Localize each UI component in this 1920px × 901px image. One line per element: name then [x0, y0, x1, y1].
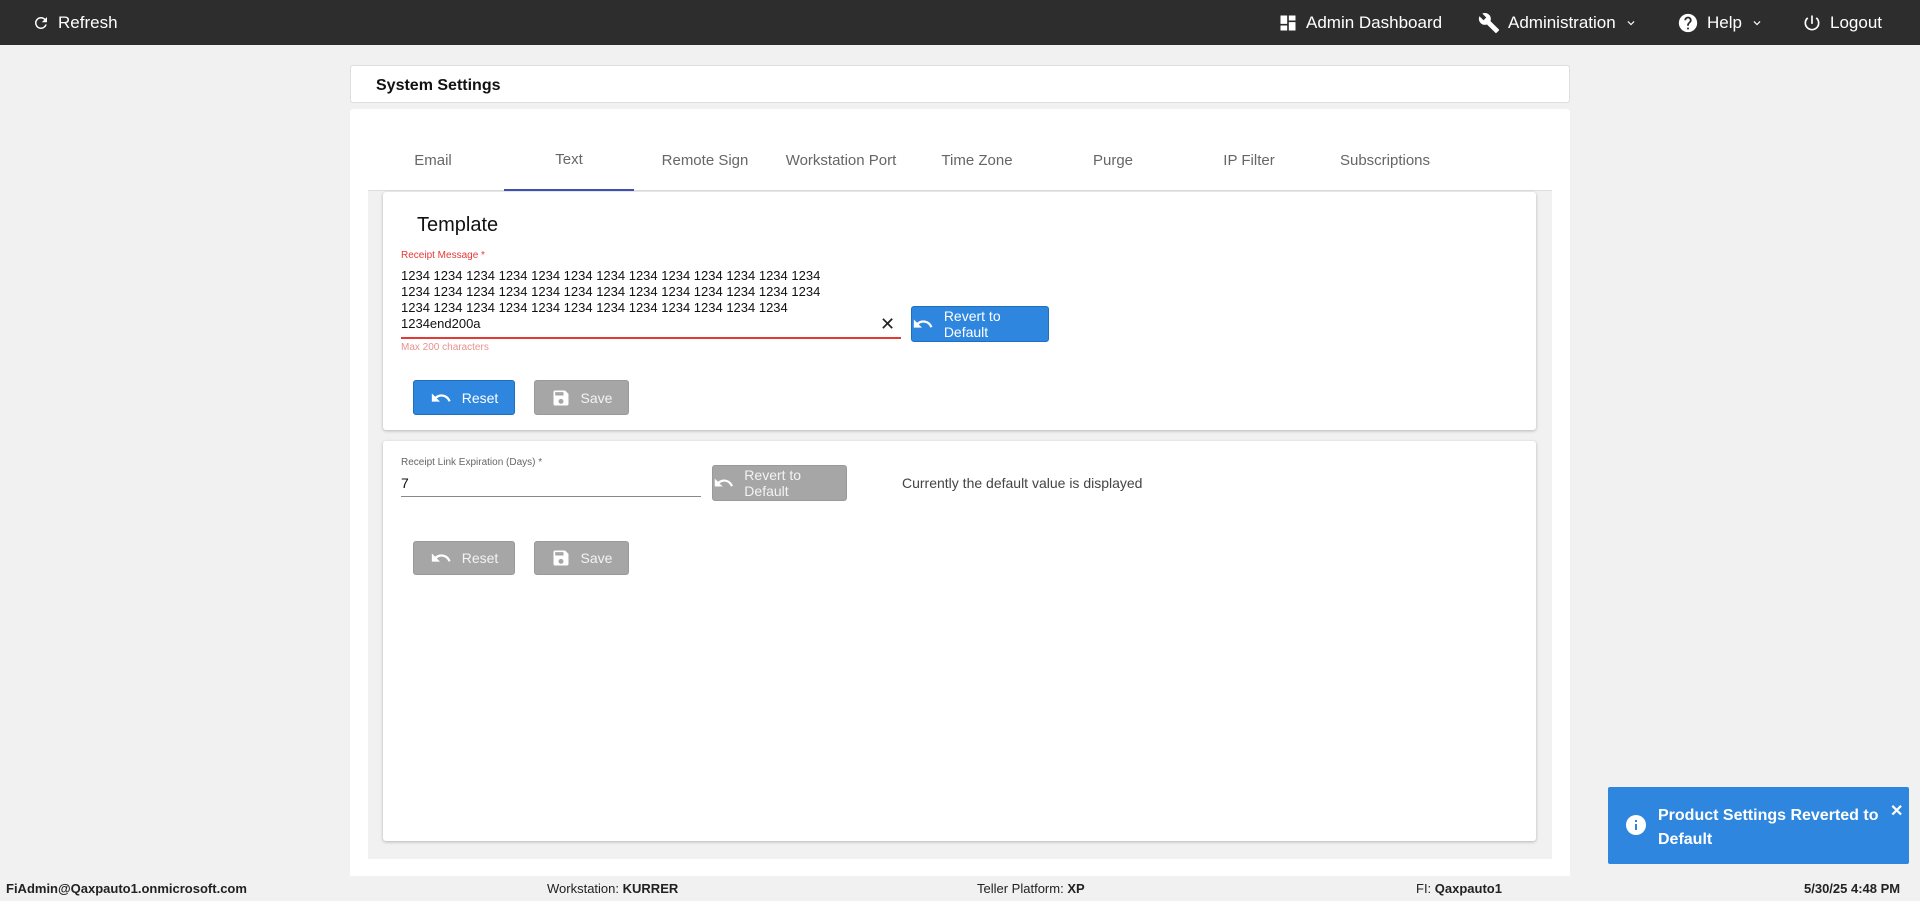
- help-icon: [1678, 13, 1698, 32]
- status-bar: FiAdmin@Qaxpauto1.onmicrosoft.com Workst…: [0, 876, 1920, 901]
- status-datetime: 5/30/25 4:48 PM: [1804, 881, 1900, 896]
- settings-tabs: Email Text Remote Sign Workstation Port …: [368, 129, 1552, 191]
- toast-message: Product Settings Reverted to Default: [1658, 807, 1879, 848]
- close-icon[interactable]: ✕: [1890, 801, 1903, 821]
- tab-remote-sign[interactable]: Remote Sign: [640, 129, 770, 191]
- status-workstation-value: KURRER: [622, 881, 679, 896]
- save-icon: [553, 390, 569, 405]
- tab-purge[interactable]: Purge: [1048, 129, 1178, 191]
- administration-menu[interactable]: Administration: [1478, 0, 1638, 45]
- help-menu[interactable]: Help: [1677, 0, 1764, 45]
- toast-notification: Product Settings Reverted to Default ✕: [1608, 787, 1909, 864]
- refresh-icon: [34, 16, 47, 29]
- default-value-note: Currently the default value is displayed: [902, 475, 1143, 491]
- receipt-link-expiration-underline: [401, 496, 701, 497]
- tab-subscriptions[interactable]: Subscriptions: [1320, 129, 1450, 191]
- wrench-icon: [1478, 12, 1500, 33]
- template-card: Template Receipt Message * 1234 1234 123…: [383, 192, 1536, 430]
- chevron-down-icon: [1627, 20, 1635, 25]
- clear-icon[interactable]: ✕: [880, 315, 895, 333]
- undo-icon: [431, 392, 451, 402]
- save-button[interactable]: Save: [534, 380, 629, 415]
- undo-icon: [714, 478, 733, 487]
- administration-label: Administration: [1508, 12, 1616, 32]
- save-label: Save: [580, 550, 613, 566]
- revert-to-default-label: Revert to Default: [943, 308, 1001, 340]
- status-user-value: FiAdmin@Qaxpauto1.onmicrosoft.com: [6, 881, 247, 896]
- power-icon: [1804, 15, 1820, 30]
- status-teller-value: XP: [1067, 881, 1085, 896]
- receipt-message-underline: [401, 337, 901, 339]
- status-fi: FI: Qaxpauto1: [1416, 881, 1502, 896]
- receipt-message-input[interactable]: 1234 1234 1234 1234 1234 1234 1234 1234 …: [401, 268, 851, 332]
- receipt-link-expiration-card: Receipt Link Expiration (Days) * 7 Rever…: [383, 441, 1536, 841]
- save-button[interactable]: Save: [534, 541, 629, 575]
- undo-icon: [913, 319, 933, 328]
- status-workstation-label: Workstation:: [547, 881, 620, 896]
- tab-time-zone[interactable]: Time Zone: [912, 129, 1042, 191]
- refresh-button[interactable]: Refresh: [32, 0, 118, 45]
- status-workstation: Workstation: KURRER: [547, 881, 678, 896]
- admin-dashboard-label: Admin Dashboard: [1306, 12, 1443, 32]
- save-icon: [553, 550, 569, 566]
- revert-to-default-button[interactable]: Revert to Default: [911, 306, 1049, 342]
- revert-to-default-label: Revert to Default: [744, 467, 802, 499]
- top-nav-bar: Refresh Admin Dashboard Administration H…: [0, 0, 1920, 45]
- status-fi-value: Qaxpauto1: [1434, 881, 1502, 896]
- page-title-card: System Settings: [350, 65, 1570, 103]
- refresh-label: Refresh: [58, 12, 118, 32]
- tab-ip-filter[interactable]: IP Filter: [1184, 129, 1314, 191]
- receipt-link-expiration-input[interactable]: 7: [401, 475, 409, 491]
- template-heading: Template: [417, 214, 499, 236]
- status-user: FiAdmin@Qaxpauto1.onmicrosoft.com: [6, 881, 247, 896]
- receipt-link-expiration-label: Receipt Link Expiration (Days) *: [401, 457, 543, 468]
- reset-label: Reset: [461, 389, 499, 406]
- reset-button[interactable]: Reset: [413, 541, 515, 575]
- revert-to-default-button[interactable]: Revert to Default: [712, 465, 847, 501]
- chevron-down-icon: [1753, 20, 1761, 25]
- receipt-message-label: Receipt Message *: [401, 250, 485, 261]
- save-label: Save: [580, 389, 613, 406]
- dashboard-icon: [1280, 15, 1296, 30]
- logout-label: Logout: [1830, 12, 1882, 32]
- logout-button[interactable]: Logout: [1802, 0, 1882, 45]
- status-fi-label: FI:: [1416, 881, 1432, 896]
- undo-icon: [431, 553, 451, 562]
- status-datetime-value: 5/30/25 4:48 PM: [1804, 881, 1901, 896]
- info-icon: [1626, 815, 1646, 835]
- reset-label: Reset: [461, 550, 499, 566]
- tab-workstation-port[interactable]: Workstation Port: [776, 129, 906, 191]
- receipt-message-hint: Max 200 characters: [401, 342, 489, 353]
- status-teller-label: Teller Platform:: [977, 881, 1064, 896]
- admin-dashboard-link[interactable]: Admin Dashboard: [1278, 0, 1442, 45]
- tab-text[interactable]: Text: [504, 129, 634, 191]
- status-teller-platform: Teller Platform: XP: [977, 881, 1085, 896]
- page-title: System Settings: [376, 77, 501, 94]
- tab-email[interactable]: Email: [368, 129, 498, 191]
- help-label: Help: [1707, 12, 1742, 32]
- reset-button[interactable]: Reset: [413, 380, 515, 415]
